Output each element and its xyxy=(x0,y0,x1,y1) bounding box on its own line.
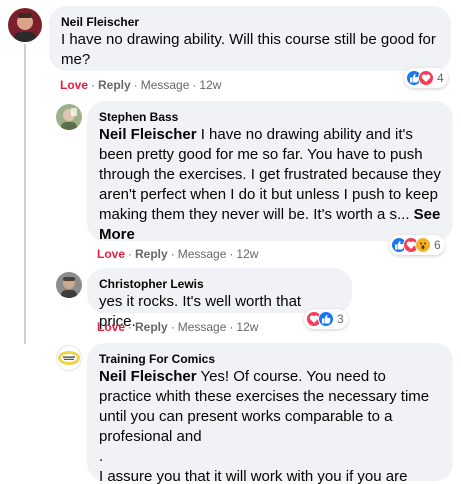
reactions-summary[interactable]: 6 xyxy=(389,235,445,255)
message-link[interactable]: Message xyxy=(178,320,227,334)
comment-text-line: I assure you that it will work with you … xyxy=(99,468,408,484)
reply-button[interactable]: Reply xyxy=(135,320,168,334)
reactions-summary[interactable]: 4 xyxy=(404,68,448,88)
reaction-count: 4 xyxy=(437,71,444,85)
comment-bubble: Stephen Bass Neil Fleischer I have no dr… xyxy=(87,101,453,243)
message-link[interactable]: Message xyxy=(178,247,227,261)
reply-button[interactable]: Reply xyxy=(135,247,168,261)
wow-icon xyxy=(415,237,431,253)
mention-link[interactable]: Neil Fleischer xyxy=(99,368,197,385)
comment-text: I have no drawing ability. Will this cou… xyxy=(61,31,436,68)
like-icon xyxy=(318,311,334,327)
timestamp[interactable]: 12w xyxy=(199,78,221,92)
avatar-training-for-comics[interactable] xyxy=(56,345,82,371)
mention-link[interactable]: Neil Fleischer xyxy=(99,126,197,143)
comment-bubble: Training For Comics Neil Fleischer Yes! … xyxy=(87,343,453,484)
comment-author[interactable]: Stephen Bass xyxy=(99,109,441,125)
comment-actions: Love · Reply · Message · 12w xyxy=(97,247,259,261)
reaction-count: 3 xyxy=(337,312,344,326)
comment-bubble: Christopher Lewis yes it rocks. It's wel… xyxy=(87,268,352,330)
avatar-neil-fleischer[interactable] xyxy=(8,8,42,42)
avatar-christopher-lewis[interactable] xyxy=(56,272,82,298)
comment-author[interactable]: Christopher Lewis xyxy=(99,276,340,292)
message-link[interactable]: Message xyxy=(141,78,190,92)
comment-text: Neil Fleischer I have no drawing ability… xyxy=(99,125,441,245)
comment-actions: Love · Reply · Message · 12w xyxy=(60,78,222,92)
timestamp[interactable]: 12w xyxy=(236,320,258,334)
reactions-summary[interactable]: 3 xyxy=(304,309,348,329)
comment-bubble: Neil Fleischer I have no drawing ability… xyxy=(49,6,451,71)
comment-actions: Love · Reply · Message · 12w xyxy=(97,320,259,334)
comment-author[interactable]: Neil Fleischer xyxy=(61,14,439,30)
comment-text-line: . xyxy=(99,448,104,465)
reply-button[interactable]: Reply xyxy=(98,78,131,92)
comment-author[interactable]: Training For Comics xyxy=(99,351,441,367)
timestamp[interactable]: 12w xyxy=(236,247,258,261)
love-button[interactable]: Love xyxy=(97,247,125,261)
love-button[interactable]: Love xyxy=(97,320,125,334)
avatar-stephen-bass[interactable] xyxy=(56,104,82,130)
reaction-count: 6 xyxy=(434,238,441,252)
love-button[interactable]: Love xyxy=(60,78,88,92)
thread-line xyxy=(24,44,26,344)
love-icon xyxy=(418,70,434,86)
comment-text: Neil Fleischer Yes! Of course. You need … xyxy=(99,367,441,447)
